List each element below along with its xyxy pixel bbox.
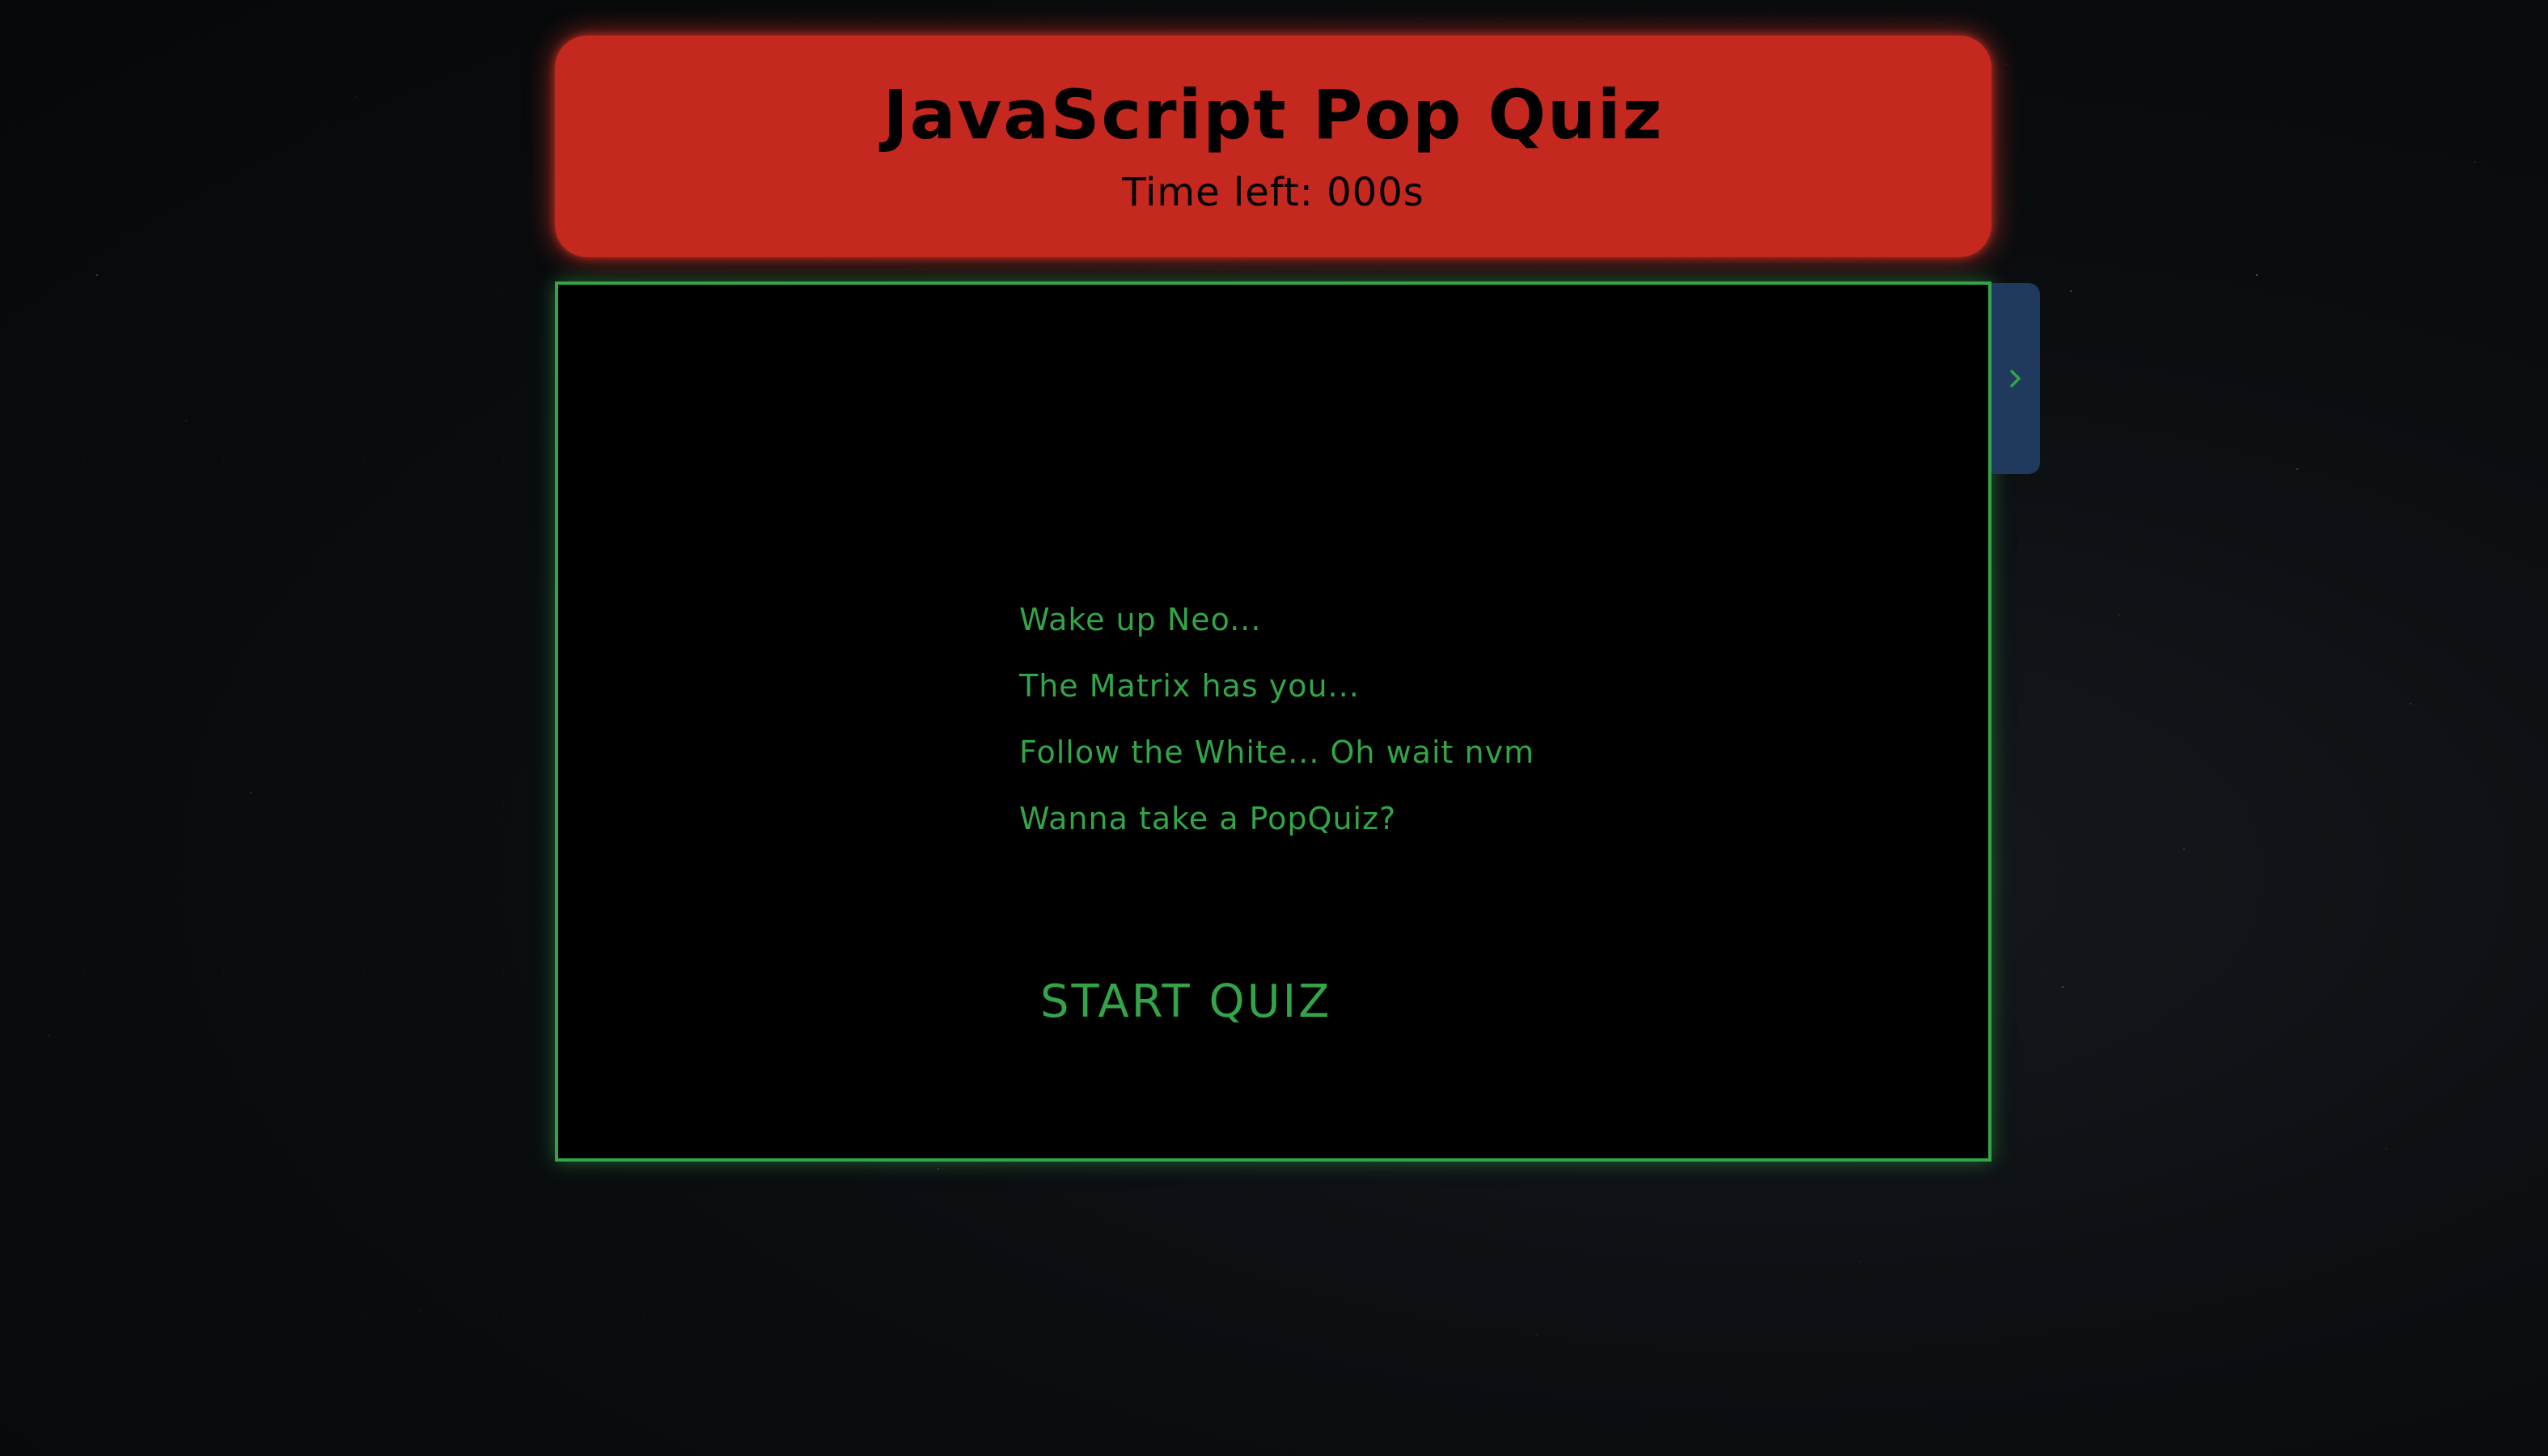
start-quiz-button[interactable]: START QUIZ xyxy=(1040,976,1332,1028)
side-drawer-toggle[interactable] xyxy=(1991,283,2040,474)
page-title: JavaScript Pop Quiz xyxy=(882,75,1664,154)
timer-display: Time left: 000s xyxy=(1122,170,1424,216)
intro-line-follow: Follow the White... Oh wait nvm xyxy=(1019,734,1535,770)
intro-messages: Wake up Neo... The Matrix has you... Fol… xyxy=(1019,600,1534,866)
intro-line-wake-up: Wake up Neo... xyxy=(1019,602,1262,637)
quiz-header: JavaScript Pop Quiz Time left: 000s xyxy=(555,36,1991,257)
quiz-panel: Wake up Neo... The Matrix has you... Fol… xyxy=(555,281,1991,1162)
intro-line-matrix: The Matrix has you... xyxy=(1019,668,1360,704)
chevron-right-icon xyxy=(2010,370,2021,387)
intro-line-popquiz: Wanna take a PopQuiz? xyxy=(1019,801,1397,836)
